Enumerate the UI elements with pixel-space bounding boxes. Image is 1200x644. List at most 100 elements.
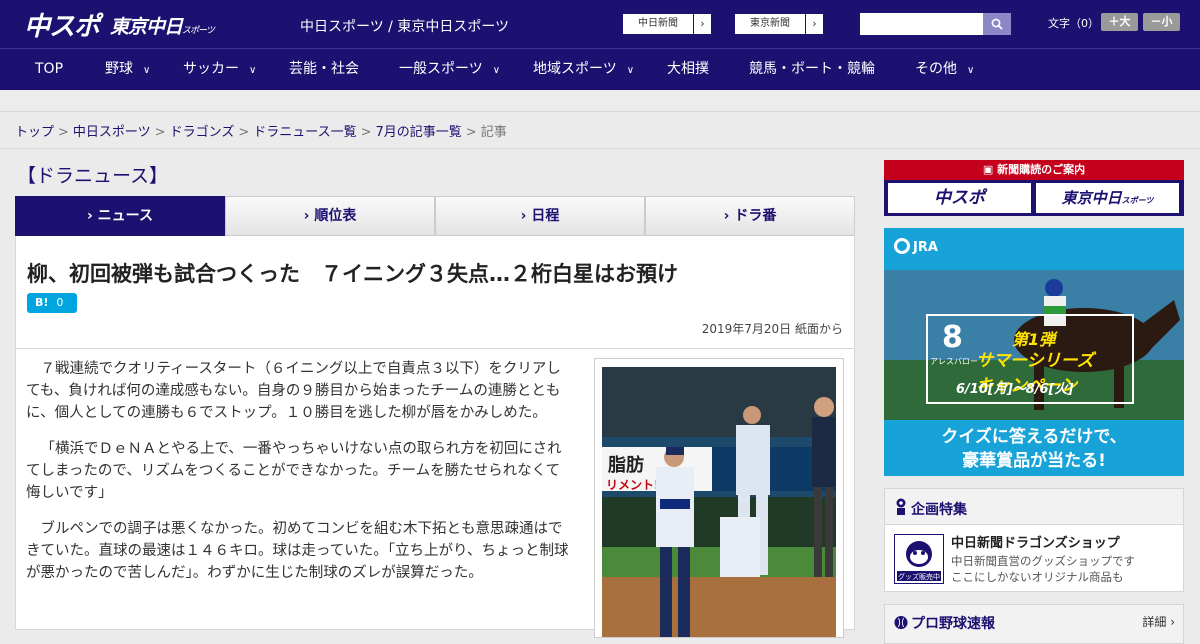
baseball-icon	[894, 615, 908, 630]
chunichi-shinbun-link[interactable]: 中日新聞 ›	[622, 13, 712, 35]
subscribe-tokyo-logo-small: スポーツ	[1121, 196, 1154, 205]
hatena-bookmark-count: 0	[56, 296, 64, 309]
breadcrumb-link-july-list[interactable]: 7月の記事一覧	[376, 125, 462, 140]
breadcrumb-separator: >	[238, 125, 250, 140]
section-title: 【ドラニュース】	[17, 165, 169, 187]
nav-item-soccer[interactable]: サッカー ∨	[183, 49, 256, 90]
campaign-copy: クイズに答えるだけで、	[941, 427, 1127, 447]
nav-label: 一般スポーツ	[399, 61, 483, 77]
jra-ring-icon	[894, 238, 910, 254]
tab-news[interactable]: › ニュース	[15, 196, 225, 243]
nav-label: 野球	[105, 61, 133, 77]
article-paragraph: ７戦連続でクオリティースタート（６イニング以上で自責点３以下）をクリアしても、負…	[26, 361, 561, 421]
article-paragraph: 「横浜でＤｅＮＡとやる上で、一番やっちゃいけない点の取られ方を初回にされてしまっ…	[26, 441, 562, 501]
nav-label: 地域スポーツ	[533, 61, 617, 77]
chevron-down-icon: ∨	[967, 65, 975, 76]
site-header: 中スポ 東京中日スポーツ 中日スポーツ / 東京中日スポーツ 中日新聞 › 東京…	[0, 0, 1200, 48]
article-date: 2019年7月20日 紙面から	[701, 322, 843, 336]
special-feature-title: 企画特集	[911, 502, 967, 518]
breadcrumb-current: 記事	[480, 125, 507, 140]
subscribe-tokyo-logo-text: 東京中日	[1061, 189, 1122, 207]
special-feature-panel: 企画特集 グッズ販売中 中日新聞ドラゴンズショップ 中日新聞直営のグッズショップ…	[884, 488, 1184, 592]
ad-band	[0, 90, 1200, 112]
nav-item-entertainment[interactable]: 芸能・社会	[289, 49, 359, 90]
nav-label: 芸能・社会	[289, 61, 359, 77]
tab-dora-reporter[interactable]: › ドラ番	[645, 196, 855, 236]
newspaper-icon: ▣	[982, 163, 998, 176]
chevron-down-icon: ∨	[249, 65, 257, 76]
nav-item-local-sports[interactable]: 地域スポーツ ∨	[533, 49, 634, 90]
breadcrumb-separator: >	[360, 125, 372, 140]
font-smaller-button[interactable]: －小	[1143, 13, 1180, 31]
breadcrumb-link-top[interactable]: トップ	[15, 125, 54, 140]
nav-item-baseball[interactable]: 野球 ∨	[105, 49, 150, 90]
tab-bar: › ニュース › 順位表 › 日程 › ドラ番	[15, 196, 855, 243]
nav-label: サッカー	[183, 61, 239, 77]
feature-icon	[896, 498, 906, 515]
dragons-shop-description-2: ここにしかないオリジナル商品も	[951, 570, 1124, 584]
site-title: 中日スポーツ / 東京中日スポーツ	[300, 19, 510, 35]
breadcrumb-separator: >	[58, 125, 69, 140]
subscription-header-label: 新聞購読のご案内	[997, 163, 1086, 176]
breadcrumb: トップ > 中日スポーツ > ドラゴンズ > ドラニュース一覧 >7月の記事一覧 > 記事	[15, 121, 507, 140]
stadium-sign-text: 脂肪	[608, 454, 644, 476]
breadcrumb-separator: >	[154, 125, 166, 140]
special-feature-header: 企画特集	[885, 489, 1183, 525]
baseball-scene-image: 脂肪 リメント!	[602, 367, 836, 637]
nav-item-sumo[interactable]: 大相撲	[667, 49, 709, 90]
newspaper-subscription-banner[interactable]: ▣ 新聞購読のご案内 中スポ 東京中日スポーツ	[884, 160, 1184, 216]
nav-item-racing[interactable]: 競馬・ボート・競輪	[749, 49, 875, 90]
article: 柳、初回被弾も試合つくった ７イニング３失点…２桁白星はお預け B! 0 2019…	[15, 236, 855, 638]
pro-baseball-live-panel: プロ野球速報 詳細 ›	[884, 604, 1184, 644]
dragons-shop-thumbnail[interactable]: グッズ販売中	[894, 534, 944, 584]
nav-label: TOP	[35, 61, 64, 77]
tab-schedule[interactable]: › 日程	[435, 196, 645, 236]
breadcrumb-link-chunichi-sports[interactable]: 中日スポーツ	[73, 125, 151, 140]
font-larger-button[interactable]: ＋大	[1101, 13, 1138, 31]
tokyo-shinbun-link[interactable]: 東京新聞 ›	[734, 13, 824, 35]
campaign-dates: 6/10[月]～8/6[火]	[956, 382, 1074, 397]
tab-standings[interactable]: › 順位表	[225, 196, 435, 236]
breadcrumb-separator: >	[465, 125, 477, 140]
tokyo-logo-text: 東京中日	[110, 16, 183, 38]
article-headline: 柳、初回被弾も試合つくった ７イニング３失点…２桁白星はお預け	[27, 262, 678, 286]
jra-logo: JRA	[894, 238, 938, 255]
nav-item-other[interactable]: その他 ∨	[915, 49, 974, 90]
goods-badge-text: グッズ販売中	[898, 572, 940, 581]
campaign-title-1: サマーシリーズ	[976, 351, 1094, 371]
main-nav: TOP 野球 ∨ サッカー ∨ 芸能・社会 一般スポーツ ∨ 地域スポーツ ∨ 大相撲 …	[0, 48, 1200, 90]
subscription-header: ▣ 新聞購読のご案内	[884, 160, 1184, 180]
dragons-shop-link[interactable]: 中日新聞ドラゴンズショップ	[951, 532, 1120, 551]
horse-name: アレスバロー	[930, 357, 978, 366]
chunichi-link-label: 中日新聞	[638, 18, 678, 29]
article-photo-frame: 脂肪 リメント!	[594, 358, 844, 638]
search-icon	[991, 18, 1003, 30]
breadcrumb-link-news-list[interactable]: ドラニュース一覧	[253, 125, 356, 140]
hatena-bookmark-button[interactable]: B! 0	[27, 293, 77, 313]
stadium-sign-text-2: リメント!	[606, 478, 659, 492]
subscribe-chuspo-logo[interactable]: 中スポ	[888, 183, 1031, 213]
pro-baseball-title: プロ野球速報	[911, 616, 995, 632]
chuspo-logo[interactable]: 中スポ	[24, 6, 100, 43]
horse-number: 8	[942, 320, 963, 355]
search-button[interactable]	[983, 13, 1011, 35]
nav-item-general-sports[interactable]: 一般スポーツ ∨	[399, 49, 500, 90]
article-paragraph: ブルペンでの調子は悪くなかった。初めてコンビを組む木下拓とも意思疎通はできていた…	[26, 521, 569, 581]
pro-baseball-detail-link[interactable]: 詳細 ›	[1142, 613, 1175, 630]
breadcrumb-link-dragons[interactable]: ドラゴンズ	[170, 125, 235, 140]
tokyo-chunichi-logo[interactable]: 東京中日スポーツ	[110, 12, 215, 39]
chevron-right-icon: ›	[805, 14, 823, 34]
divider	[0, 148, 1200, 149]
search-input[interactable]	[860, 13, 983, 35]
subscribe-tokyo-chunichi-logo[interactable]: 東京中日スポーツ	[1036, 183, 1179, 213]
nav-label: その他	[915, 61, 957, 77]
hatena-bookmark-icon: B!	[35, 296, 49, 309]
chevron-down-icon: ∨	[143, 65, 151, 76]
nav-label: 競馬・ボート・競輪	[749, 61, 875, 77]
nav-item-top[interactable]: TOP	[35, 49, 63, 90]
article-photo[interactable]: 脂肪 リメント!	[602, 367, 836, 637]
campaign-copy-2: 豪華賞品が当たる!	[962, 451, 1106, 471]
dragons-shop-description: 中日新聞直営のグッズショップです	[951, 554, 1135, 568]
jra-advertisement[interactable]: JRA 8 アレスバロー 第1弾 サマーシリーズ キャンペーン 6/10[月]～8…	[884, 228, 1184, 476]
tokyo-link-label: 東京新聞	[750, 18, 790, 29]
